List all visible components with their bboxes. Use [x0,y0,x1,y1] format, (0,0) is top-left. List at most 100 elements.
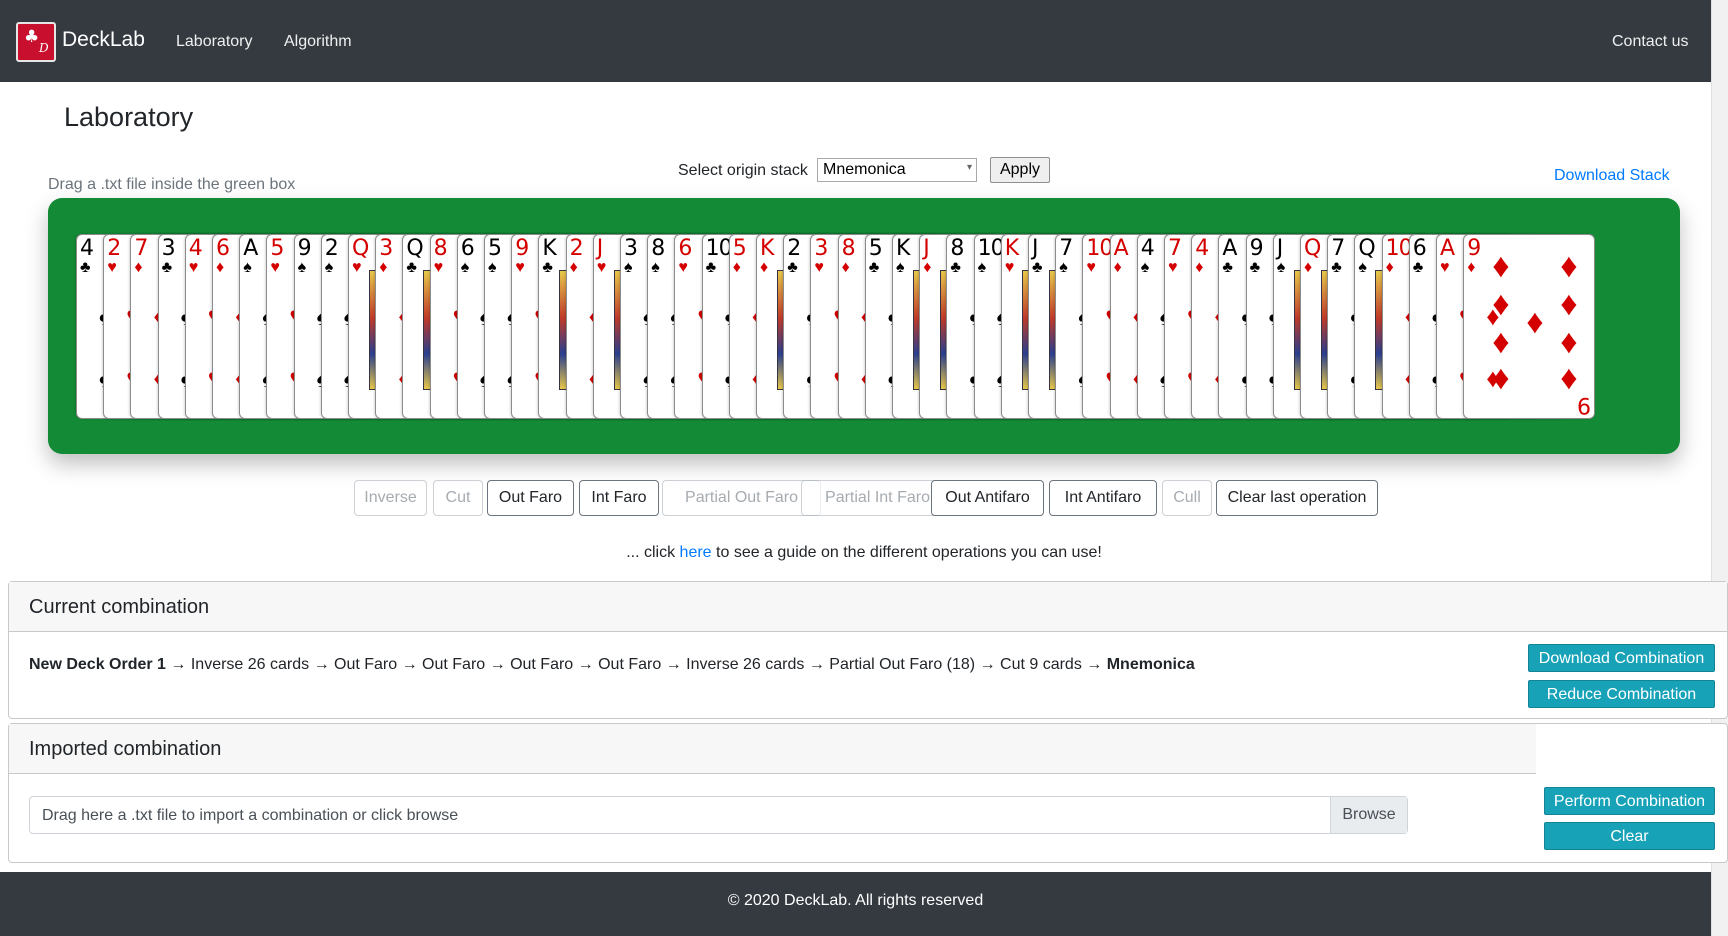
card-rank: 10 [1086,236,1113,261]
logo-letter: D [39,41,49,55]
card-suit-icon: ♥ [814,259,824,276]
card-rank: Q [1304,236,1321,261]
card-rank: A [1440,236,1455,261]
card-pip-icon: ♦ [1492,359,1510,397]
download-combination-button[interactable]: Download Combination [1528,644,1715,672]
origin-stack-label: Select origin stack [678,162,808,179]
card-pip-icon: ♦ [1492,323,1510,361]
origin-stack-select[interactable]: Mnemonica ▾ [817,158,977,182]
nav-laboratory[interactable]: Laboratory [176,33,253,51]
download-stack-link[interactable]: Download Stack [1554,167,1670,185]
card-rank: 6 [460,236,475,261]
card-suit-icon: ♣ [868,259,880,276]
card-rank: 6 [216,236,230,261]
card-rank: 8 [433,236,448,261]
card-suit-icon: ♣ [542,259,553,276]
combination-sequence: New Deck Order 1 → Inverse 26 cards → Ou… [29,656,1195,674]
card-pip-icon: ♦ [1492,285,1510,323]
cull-button[interactable]: Cull [1162,480,1212,516]
card-suit-icon: ♣ [1249,259,1261,276]
card-suit-icon: ♥ [1440,259,1450,276]
browse-button[interactable]: Browse [1330,797,1407,833]
card-rank: 2 [569,236,584,261]
int-faro-button[interactable]: Int Faro [579,480,659,516]
card-rank: 8 [651,236,665,261]
card-rank: 6 [1412,236,1427,261]
card-suit-icon: ♠ [977,259,987,276]
card-rank: 3 [624,236,638,261]
card-rank: 2 [107,236,121,261]
card-rank: 6 [678,236,692,261]
guide-suffix: to see a guide on the different operatio… [711,544,1102,561]
current-combination-title: Current combination [9,582,1727,632]
card-suit-icon: ♠ [1059,259,1068,276]
current-combination-panel: Current combination New Deck Order 1 → I… [8,581,1728,719]
card-rank: 5 [868,236,883,261]
brand-name[interactable]: DeckLab [62,28,145,52]
card-pip-icon: ♦ [1560,323,1578,361]
card-suit-icon: ♠ [896,259,905,276]
card-rank: 7 [134,236,148,261]
card-rank: K [760,236,774,261]
card-rank: A [1222,236,1237,261]
card-rank: J [596,236,603,261]
guide-link[interactable]: here [680,544,712,561]
clear-last-operation-button[interactable]: Clear last operation [1216,480,1378,516]
clear-button[interactable]: Clear [1544,822,1715,850]
chevron-down-icon: ▾ [966,162,972,173]
card-suit-icon: ♦ [1467,259,1476,276]
card-rank: 3 [379,236,393,261]
card-suit-icon: ♣ [787,259,798,276]
card-suit-icon: ♦ [841,259,850,276]
reduce-combination-button[interactable]: Reduce Combination [1528,680,1715,708]
card-rank: 8 [841,236,856,261]
card-rank: 3 [814,236,828,261]
card-rank: 9 [1467,236,1481,261]
cut-button[interactable]: Cut [433,480,483,516]
inverse-button[interactable]: Inverse [354,480,427,516]
nav-contact[interactable]: Contact us [1612,33,1688,51]
card-rank: 4 [1140,236,1155,261]
card-suit-icon: ♠ [1140,259,1150,276]
card-suit-icon: ♠ [1358,259,1367,276]
card-suit-icon: ♥ [188,259,199,276]
perform-combination-button[interactable]: Perform Combination [1544,787,1715,815]
card-suit-icon: ♦ [1385,259,1394,276]
partial-out-faro-button[interactable]: Partial Out Faro [662,480,821,516]
card-rank: 10 [1385,236,1413,261]
combination-file-input[interactable]: Drag here a .txt file to import a combin… [29,796,1408,834]
brand-logo[interactable]: ♣ D [16,22,56,62]
card-suit-icon: ♣ [1032,259,1043,276]
card-suit-icon: ♣ [406,259,417,276]
card-rank: 5 [270,236,284,261]
card-rank: J [923,236,929,261]
card-rank: 9 [297,236,312,261]
card-suit-icon: ♦ [1304,259,1313,276]
out-faro-button[interactable]: Out Faro [487,480,574,516]
card-suit-icon: ♠ [651,259,660,276]
card-pip-icon: ♦ [1560,247,1578,285]
card-suit-icon: ♥ [352,259,362,276]
apply-button[interactable]: Apply [990,157,1050,183]
card-suit-icon: ♠ [243,259,252,276]
card-rank: 9 [1249,236,1264,261]
card-rank: 8 [950,236,964,261]
card-rank: 7 [1059,236,1073,261]
card-suit-icon: ♣ [161,259,173,276]
playing-card[interactable]: 9 ♦ ♦ ♦ ♦ ♦ ♦ ♦ ♦ ♦ ♦ ♦ ♦ 9 [1463,234,1596,419]
card-rank: J [1276,236,1283,261]
card-rank: 3 [161,236,176,261]
card-suit-icon: ♦ [732,259,741,276]
nav-algorithm[interactable]: Algorithm [284,33,352,51]
card-rank: 4 [80,236,94,261]
int-antifaro-button[interactable]: Int Antifaro [1049,480,1157,516]
out-antifaro-button[interactable]: Out Antifaro [931,480,1044,516]
combination-steps: → Inverse 26 cards → Out Faro → Out Faro… [170,656,1103,673]
card-rank: 2 [787,236,801,261]
card-suit-icon: ♠ [488,259,497,276]
card-rank: K [542,236,556,261]
card-rank: Q [352,236,369,261]
card-rank: 9 [515,236,529,261]
card-rank: A [1113,236,1129,261]
guide-hint: ... click here to see a guide on the dif… [0,544,1728,562]
